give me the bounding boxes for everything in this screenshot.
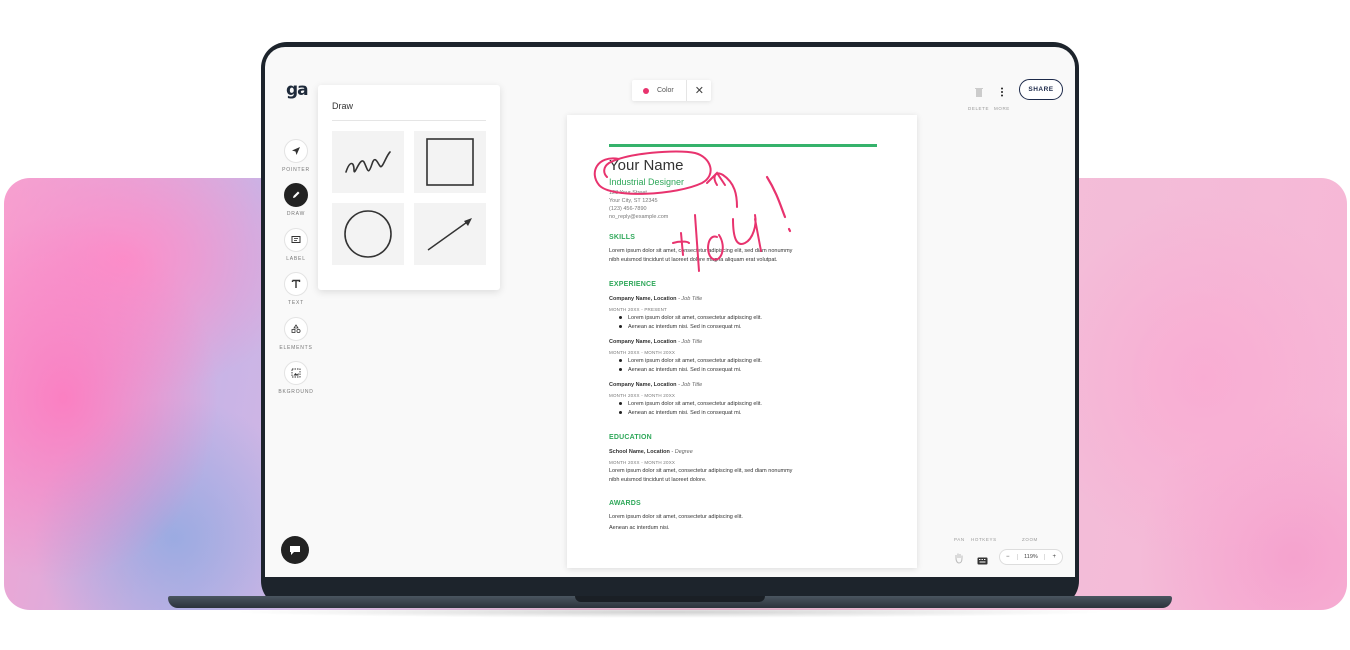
label-box-icon	[284, 228, 308, 252]
close-icon[interactable]: ✕	[695, 84, 704, 97]
tool-bkground-label: BKGROUND	[278, 389, 314, 395]
more-button[interactable]: MORE	[994, 84, 1010, 111]
freehand-squiggle-icon[interactable]	[332, 131, 404, 193]
job-3-bullet-2[interactable]: Aenean ac interdum nisi. Sed in consequa…	[619, 410, 741, 416]
more-vertical-icon	[1000, 87, 1003, 97]
awards-text-line-1[interactable]: Lorem ipsum dolor sit amet, consectetur …	[609, 513, 743, 522]
draw-panel: Draw	[318, 85, 500, 290]
more-label: MORE	[994, 106, 1010, 111]
education-degree: - Degree	[669, 449, 693, 455]
share-button[interactable]: SHARE	[1019, 79, 1063, 100]
education-text-line-2[interactable]: nibh euismod tincidunt ut laoreet dolore…	[609, 476, 707, 485]
job-1-bullet-2[interactable]: Aenean ac interdum nisi. Sed in consequa…	[619, 324, 741, 330]
hotkeys-label: HOTKEYS	[971, 537, 997, 542]
handwritten-annotation[interactable]	[567, 115, 917, 315]
chat-bubble-icon	[290, 545, 300, 555]
marketing-stage: ga POINTER DRAW LABEL TEXT ELEMENTS BKGR…	[0, 0, 1350, 650]
tool-text[interactable]: TEXT	[283, 272, 309, 306]
resume-document[interactable]: Your Name Industrial Designer 123 Your S…	[567, 115, 917, 568]
tool-label[interactable]: LABEL	[283, 228, 309, 262]
job-3-title: - Job Title	[676, 382, 703, 388]
draw-panel-divider	[332, 120, 486, 121]
color-swatch[interactable]	[643, 87, 649, 94]
tool-elements[interactable]: ELEMENTS	[279, 317, 312, 351]
zoom-label: ZOOM	[1022, 537, 1038, 542]
text-t-icon	[284, 272, 308, 296]
zoom-control: − 119% +	[999, 549, 1063, 565]
education-header[interactable]: School Name, Location - Degree	[609, 449, 693, 455]
tool-pointer[interactable]: POINTER	[282, 139, 309, 173]
delete-button[interactable]: DELETE	[968, 84, 989, 111]
trash-icon	[974, 88, 983, 97]
job-3-bullet-1[interactable]: Lorem ipsum dolor sit amet, consectetur …	[619, 401, 762, 407]
zoom-value[interactable]: 119%	[1017, 554, 1045, 560]
draw-panel-title: Draw	[332, 101, 354, 111]
education-dates[interactable]: MONTH 20XX - MONTH 20XX	[609, 460, 675, 465]
job-2-company: Company Name, Location	[609, 339, 677, 345]
tool-label-label: LABEL	[286, 256, 306, 262]
awards-text-line-2[interactable]: Aenean ac interdum nisi.	[609, 524, 670, 533]
color-divider	[685, 80, 687, 101]
circle-icon[interactable]	[332, 203, 404, 265]
job-2-title: - Job Title	[676, 339, 703, 345]
job-3-header[interactable]: Company Name, Location - Job Title	[609, 382, 702, 388]
awards-heading[interactable]: AWARDS	[609, 500, 641, 507]
tool-text-label: TEXT	[288, 300, 304, 306]
app-logo[interactable]: ga	[286, 80, 309, 100]
tool-draw-label: DRAW	[286, 211, 306, 217]
tool-bkground[interactable]: BKGROUND	[278, 361, 313, 395]
education-heading[interactable]: EDUCATION	[609, 434, 652, 441]
tool-draw[interactable]: DRAW	[283, 183, 309, 217]
job-2-header[interactable]: Company Name, Location - Job Title	[609, 339, 702, 345]
background-image-icon	[284, 361, 308, 385]
job-3-company: Company Name, Location	[609, 382, 677, 388]
arrow-icon[interactable]	[414, 203, 486, 265]
delete-label: DELETE	[968, 106, 990, 111]
job-3-dates[interactable]: MONTH 20XX - MONTH 20XX	[609, 393, 675, 398]
job-2-bullet-2[interactable]: Aenean ac interdum nisi. Sed in consequa…	[619, 367, 741, 373]
color-label: Color	[657, 87, 674, 94]
app-screen: ga POINTER DRAW LABEL TEXT ELEMENTS BKGR…	[265, 47, 1075, 577]
job-1-bullet-1[interactable]: Lorem ipsum dolor sit amet, consectetur …	[619, 315, 762, 321]
zoom-out-button[interactable]: −	[1000, 554, 1016, 560]
laptop-notch	[575, 596, 765, 602]
job-2-dates[interactable]: MONTH 20XX - MONTH 20XX	[609, 350, 675, 355]
education-school: School Name, Location	[609, 449, 670, 455]
pencil-icon	[284, 183, 308, 207]
pan-hand-icon[interactable]	[954, 551, 964, 569]
pan-label: PAN	[954, 537, 965, 542]
education-text-line-1[interactable]: Lorem ipsum dolor sit amet, consectetur …	[609, 467, 792, 476]
square-icon[interactable]	[414, 131, 486, 193]
chat-button[interactable]	[281, 536, 309, 564]
color-picker[interactable]: Color ✕	[632, 80, 711, 101]
tool-pointer-label: POINTER	[282, 167, 310, 173]
job-2-bullet-1[interactable]: Lorem ipsum dolor sit amet, consectetur …	[619, 358, 762, 364]
pointer-arrow-icon	[284, 139, 308, 163]
tool-elements-label: ELEMENTS	[279, 345, 313, 351]
zoom-in-button[interactable]: +	[1046, 554, 1062, 560]
keyboard-icon[interactable]	[977, 552, 988, 570]
shapes-icon	[284, 317, 308, 341]
